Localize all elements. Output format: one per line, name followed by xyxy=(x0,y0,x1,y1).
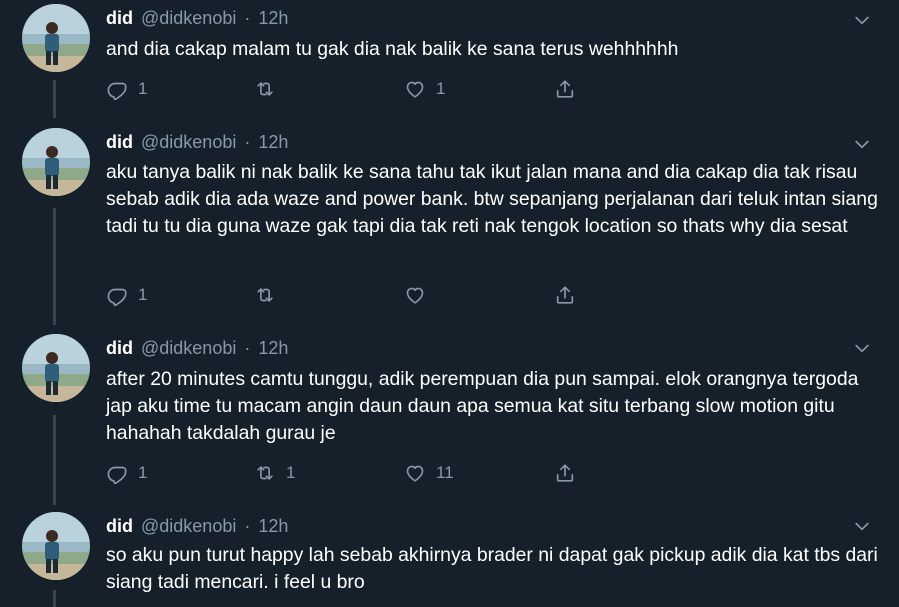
tweet-header: did @didkenobi · 12h xyxy=(106,8,288,32)
retweet-icon xyxy=(254,78,276,100)
reply-icon xyxy=(106,78,128,100)
user-handle[interactable]: @didkenobi xyxy=(141,8,236,29)
like-button[interactable]: 11 xyxy=(404,461,454,485)
heart-icon xyxy=(404,78,426,100)
separator-dot: · xyxy=(244,516,251,536)
tweet-header: did @didkenobi · 12h xyxy=(106,516,288,540)
tweet[interactable]: did @didkenobi · 12h and dia cakap malam… xyxy=(0,0,899,120)
tweet[interactable]: did @didkenobi · 12h after 20 minutes ca… xyxy=(0,330,899,510)
reply-button[interactable]: 1 xyxy=(106,283,147,307)
retweet-button[interactable] xyxy=(254,77,286,101)
avatar[interactable] xyxy=(22,334,90,402)
share-button[interactable] xyxy=(554,77,576,101)
reply-count: 1 xyxy=(138,463,148,482)
user-handle[interactable]: @didkenobi xyxy=(141,132,236,153)
chevron-down-icon[interactable] xyxy=(852,134,872,154)
share-icon xyxy=(554,462,576,484)
reply-button[interactable]: 1 xyxy=(106,461,147,485)
chevron-down-icon[interactable] xyxy=(852,10,872,30)
display-name[interactable]: did xyxy=(106,132,133,153)
share-button[interactable] xyxy=(554,461,576,485)
reply-button[interactable]: 1 xyxy=(106,77,147,101)
display-name[interactable]: did xyxy=(106,338,133,359)
retweet-icon xyxy=(254,284,276,306)
tweet[interactable]: did @didkenobi · 12h so aku pun turut ha… xyxy=(0,508,899,607)
tweet-actions: 1 xyxy=(106,283,586,307)
chevron-down-icon[interactable] xyxy=(852,516,872,536)
avatar[interactable] xyxy=(22,128,90,196)
separator-dot: · xyxy=(244,132,251,152)
display-name[interactable]: did xyxy=(106,516,133,537)
like-button[interactable] xyxy=(404,283,436,307)
share-icon xyxy=(554,284,576,306)
retweet-icon xyxy=(254,462,276,484)
like-button[interactable]: 1 xyxy=(404,77,445,101)
like-count: 1 xyxy=(436,79,446,98)
separator-dot: · xyxy=(244,338,251,358)
timestamp[interactable]: 12h xyxy=(258,132,288,153)
separator-dot: · xyxy=(244,8,251,28)
tweet-header: did @didkenobi · 12h xyxy=(106,338,288,362)
heart-icon xyxy=(404,462,426,484)
tweet-header: did @didkenobi · 12h xyxy=(106,132,288,156)
tweet-text: after 20 minutes camtu tunggu, adik pere… xyxy=(106,368,864,444)
retweet-count: 1 xyxy=(286,463,296,482)
reply-count: 1 xyxy=(138,285,148,304)
reply-icon xyxy=(106,462,128,484)
tweet[interactable]: did @didkenobi · 12h aku tanya balik ni … xyxy=(0,120,899,330)
reply-icon xyxy=(106,284,128,306)
chevron-down-icon[interactable] xyxy=(852,338,872,358)
retweet-button[interactable] xyxy=(254,283,286,307)
tweet-actions: 1 1 xyxy=(106,77,586,101)
tweet-text: so aku pun turut happy lah sebab akhirny… xyxy=(106,544,884,593)
reply-count: 1 xyxy=(138,79,148,98)
user-handle[interactable]: @didkenobi xyxy=(141,338,236,359)
timestamp[interactable]: 12h xyxy=(258,516,288,537)
timestamp[interactable]: 12h xyxy=(258,338,288,359)
display-name[interactable]: did xyxy=(106,8,133,29)
heart-icon xyxy=(404,284,426,306)
tweet-text: aku tanya balik ni nak balik ke sana tah… xyxy=(106,161,884,237)
tweet-text: and dia cakap malam tu gak dia nak balik… xyxy=(106,38,679,60)
timestamp[interactable]: 12h xyxy=(258,8,288,29)
share-icon xyxy=(554,78,576,100)
avatar[interactable] xyxy=(22,512,90,580)
tweet-actions: 1 1 11 xyxy=(106,461,586,485)
share-button[interactable] xyxy=(554,283,576,307)
user-handle[interactable]: @didkenobi xyxy=(141,516,236,537)
retweet-button[interactable]: 1 xyxy=(254,461,295,485)
avatar[interactable] xyxy=(22,4,90,72)
like-count: 11 xyxy=(436,463,454,482)
